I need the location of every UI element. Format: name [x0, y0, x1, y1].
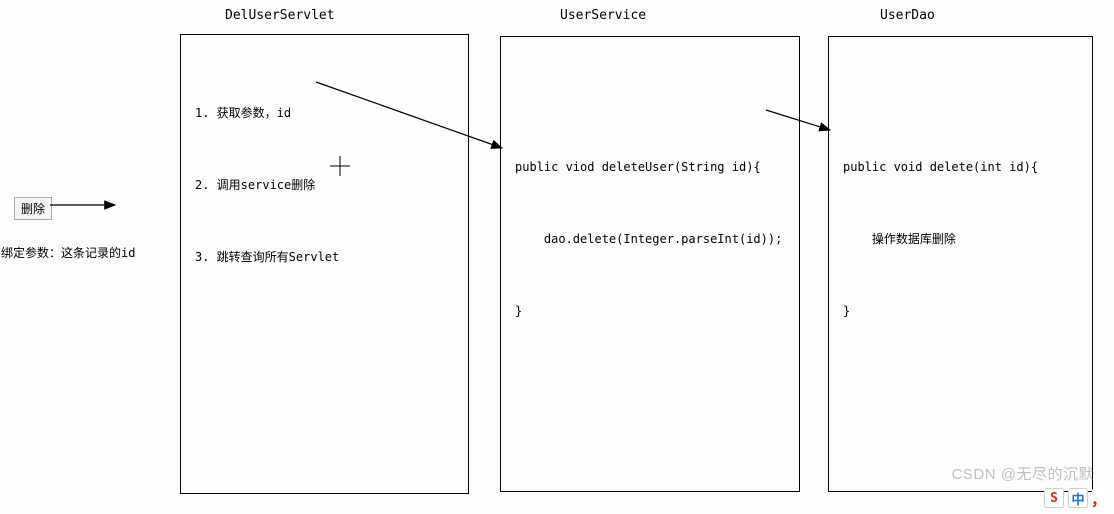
- ime-tray: S 中 ，: [1044, 488, 1106, 508]
- box-dao-content: public void delete(int id){ 操作数据库删除 }: [829, 37, 1092, 371]
- box-servlet-content: 1. 获取参数，id 2. 调用service删除 3. 跳转查询所有Servl…: [181, 35, 468, 317]
- bind-param-note: 绑定参数：这条记录的id: [1, 244, 135, 261]
- title-service: UserService: [560, 8, 646, 23]
- servlet-line2: 2. 调用service删除: [195, 173, 458, 197]
- dao-line3: }: [843, 299, 1082, 323]
- ime-sogou-icon[interactable]: S: [1044, 488, 1064, 508]
- servlet-line3: 3. 跳转查询所有Servlet: [195, 245, 458, 269]
- ime-punct-icon[interactable]: ，: [1092, 488, 1106, 508]
- dao-line2: 操作数据库删除: [843, 227, 1082, 251]
- box-service: public viod deleteUser(String id){ dao.d…: [500, 36, 800, 492]
- title-dao: UserDao: [880, 8, 935, 23]
- title-servlet: DelUserServlet: [225, 8, 335, 23]
- servlet-line1: 1. 获取参数，id: [195, 101, 458, 125]
- service-line2: dao.delete(Integer.parseInt(id));: [515, 227, 789, 251]
- csdn-watermark: CSDN @无尽的沉默: [952, 463, 1094, 484]
- ime-chinese-icon[interactable]: 中: [1068, 488, 1088, 508]
- dao-line1: public void delete(int id){: [843, 155, 1082, 179]
- delete-button[interactable]: 删除: [14, 197, 52, 220]
- box-dao: public void delete(int id){ 操作数据库删除 }: [828, 36, 1093, 492]
- service-line1: public viod deleteUser(String id){: [515, 155, 789, 179]
- cursor-crosshair-icon: [329, 155, 351, 181]
- box-service-content: public viod deleteUser(String id){ dao.d…: [501, 37, 799, 371]
- box-servlet: 1. 获取参数，id 2. 调用service删除 3. 跳转查询所有Servl…: [180, 34, 469, 494]
- service-line3: }: [515, 299, 789, 323]
